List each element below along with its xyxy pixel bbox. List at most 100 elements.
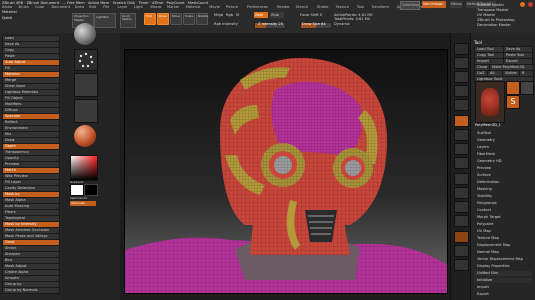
tool-thumbnail[interactable] [475, 81, 505, 123]
menu-draw[interactable]: Draw [75, 5, 84, 9]
section-geometry-hd[interactable]: Geometry HD [474, 159, 532, 164]
scroll-button[interactable] [454, 57, 469, 69]
menu-macro[interactable]: Macro [151, 5, 162, 9]
frame-button[interactable] [454, 173, 469, 185]
menu-movie[interactable]: Movie [209, 5, 220, 9]
gasmask-model[interactable] [125, 50, 447, 293]
menu-light[interactable]: Light [134, 5, 143, 9]
polyf-button[interactable] [454, 231, 469, 243]
see-through-slider[interactable]: See-through [422, 1, 446, 8]
section-display-properties[interactable]: Display Properties [474, 264, 532, 269]
scale-view-button[interactable] [454, 201, 469, 213]
section-visibility[interactable]: Visibility [474, 194, 532, 199]
move-view-button[interactable] [454, 187, 469, 199]
material-row-label: Draw [5, 138, 15, 142]
section-geometry[interactable]: Geometry [474, 138, 532, 143]
floor-button[interactable] [454, 129, 469, 141]
menu-file[interactable]: File [103, 5, 109, 9]
section-uv-map[interactable]: UV Map [474, 229, 532, 234]
section-polypaint[interactable]: Polypaint [474, 222, 532, 227]
section-import[interactable]: Import [474, 285, 532, 290]
subtool-thumb-3[interactable]: S [506, 95, 520, 109]
gasmask-thumb-icon [481, 88, 499, 116]
section-subtool[interactable]: SubTool [474, 131, 532, 136]
texture-thumbnail[interactable] [74, 99, 98, 123]
menu-tool[interactable]: Tool [357, 5, 364, 9]
section-normal-map[interactable]: Normal Map [474, 250, 532, 255]
secondary-color-swatch[interactable] [84, 184, 98, 196]
alternate-button[interactable]: Alternate [70, 201, 96, 206]
solo-button[interactable] [454, 259, 469, 271]
section-displacement-map[interactable]: Displacement Map [474, 243, 532, 248]
m-button[interactable]: M [236, 13, 239, 17]
stroke-thumbnail[interactable] [74, 49, 98, 71]
section-polygroups[interactable]: Polygroups [474, 201, 532, 206]
menu-preferences[interactable]: Preferences [247, 5, 268, 9]
material-row-label: Mask Adjust [5, 264, 27, 268]
color-picker[interactable] [70, 155, 98, 181]
switch-color-button[interactable]: SwitchColor [70, 196, 88, 200]
aahalf-button[interactable] [454, 99, 469, 111]
menu-stencil[interactable]: Stencil [296, 5, 308, 9]
section-contact[interactable]: Contact [474, 208, 532, 213]
alpha-thumbnail[interactable] [74, 73, 98, 97]
subtool-thumb-1[interactable] [506, 81, 520, 95]
section-texture-map[interactable]: Texture Map [474, 236, 532, 241]
rotate-button[interactable]: Rotate [196, 13, 208, 25]
material-row-group-by-normals[interactable]: Group by Normals [2, 287, 60, 294]
actual-button[interactable] [454, 85, 469, 97]
section-unified-skin[interactable]: Unified Skin [474, 271, 532, 276]
rotate-view-button[interactable] [454, 215, 469, 227]
dynamic-button[interactable]: Dynamic [334, 22, 350, 26]
quick-sketch-button[interactable]: Quick Sketch [120, 13, 136, 28]
mrgb-button[interactable]: Mrgb [214, 13, 223, 17]
lightbox-button[interactable]: LightBox [94, 13, 116, 28]
section-surface[interactable]: Surface [474, 173, 532, 178]
quick-sketch-label: Quick Sketch [122, 14, 132, 22]
zadd-button[interactable]: Zadd [254, 12, 268, 18]
menu-transform[interactable]: Transform [371, 5, 389, 9]
menu-brush[interactable]: Brush [19, 5, 29, 9]
section-deformation[interactable]: Deformation [474, 180, 532, 185]
document-viewport[interactable] [120, 33, 450, 300]
menu-stroke[interactable]: Stroke [317, 5, 328, 9]
transp-button[interactable] [454, 245, 469, 257]
scale-button[interactable]: Scale [183, 13, 195, 25]
menu-alpha[interactable]: Alpha [2, 5, 12, 9]
material-thumbnail[interactable] [74, 125, 96, 147]
local-button[interactable] [454, 143, 469, 155]
canvas[interactable] [124, 49, 448, 294]
move-button[interactable]: Move [170, 13, 182, 25]
menu-color[interactable]: Color [35, 5, 44, 9]
zoom-button[interactable] [454, 71, 469, 83]
draw-button[interactable]: Draw [157, 13, 169, 25]
xyz-button[interactable] [454, 157, 469, 169]
zsub-button[interactable]: Zsub [270, 12, 284, 18]
zplugin-decimation-master[interactable]: Decimation Master [474, 23, 532, 28]
main-color-swatch[interactable] [70, 184, 84, 196]
section-morph-target[interactable]: Morph Target [474, 215, 532, 220]
menu-document[interactable]: Document [52, 5, 71, 9]
menu-edit[interactable]: Edit [89, 5, 96, 9]
subtool-thumb-2[interactable] [520, 81, 534, 95]
menu-layer[interactable]: Layer [118, 5, 128, 9]
edit-button[interactable]: Edit [144, 13, 156, 25]
menu-material[interactable]: Material [186, 5, 201, 9]
menu-marker[interactable]: Marker [167, 5, 179, 9]
section-layers[interactable]: Layers [474, 145, 532, 150]
section-fibermesh[interactable]: FiberMesh [474, 152, 532, 157]
section-vector-displacement-map[interactable]: Vector Displacement Map [474, 257, 532, 262]
menus-button[interactable]: Menus [450, 1, 462, 8]
quicksave-button[interactable]: QuickSave [400, 1, 420, 10]
rgb-button[interactable]: Rgb [226, 13, 233, 17]
menu-render[interactable]: Render [277, 5, 290, 9]
bpr-button[interactable] [454, 43, 469, 55]
section-preview[interactable]: Preview [474, 166, 532, 171]
brush-thumbnail[interactable] [74, 23, 96, 45]
menu-texture[interactable]: Texture [336, 5, 349, 9]
section-masking[interactable]: Masking [474, 187, 532, 192]
section-export[interactable]: Export [474, 292, 532, 297]
persp-button[interactable] [454, 115, 469, 127]
menu-picture[interactable]: Picture [226, 5, 238, 9]
section-initialize[interactable]: Initialize [474, 278, 532, 283]
